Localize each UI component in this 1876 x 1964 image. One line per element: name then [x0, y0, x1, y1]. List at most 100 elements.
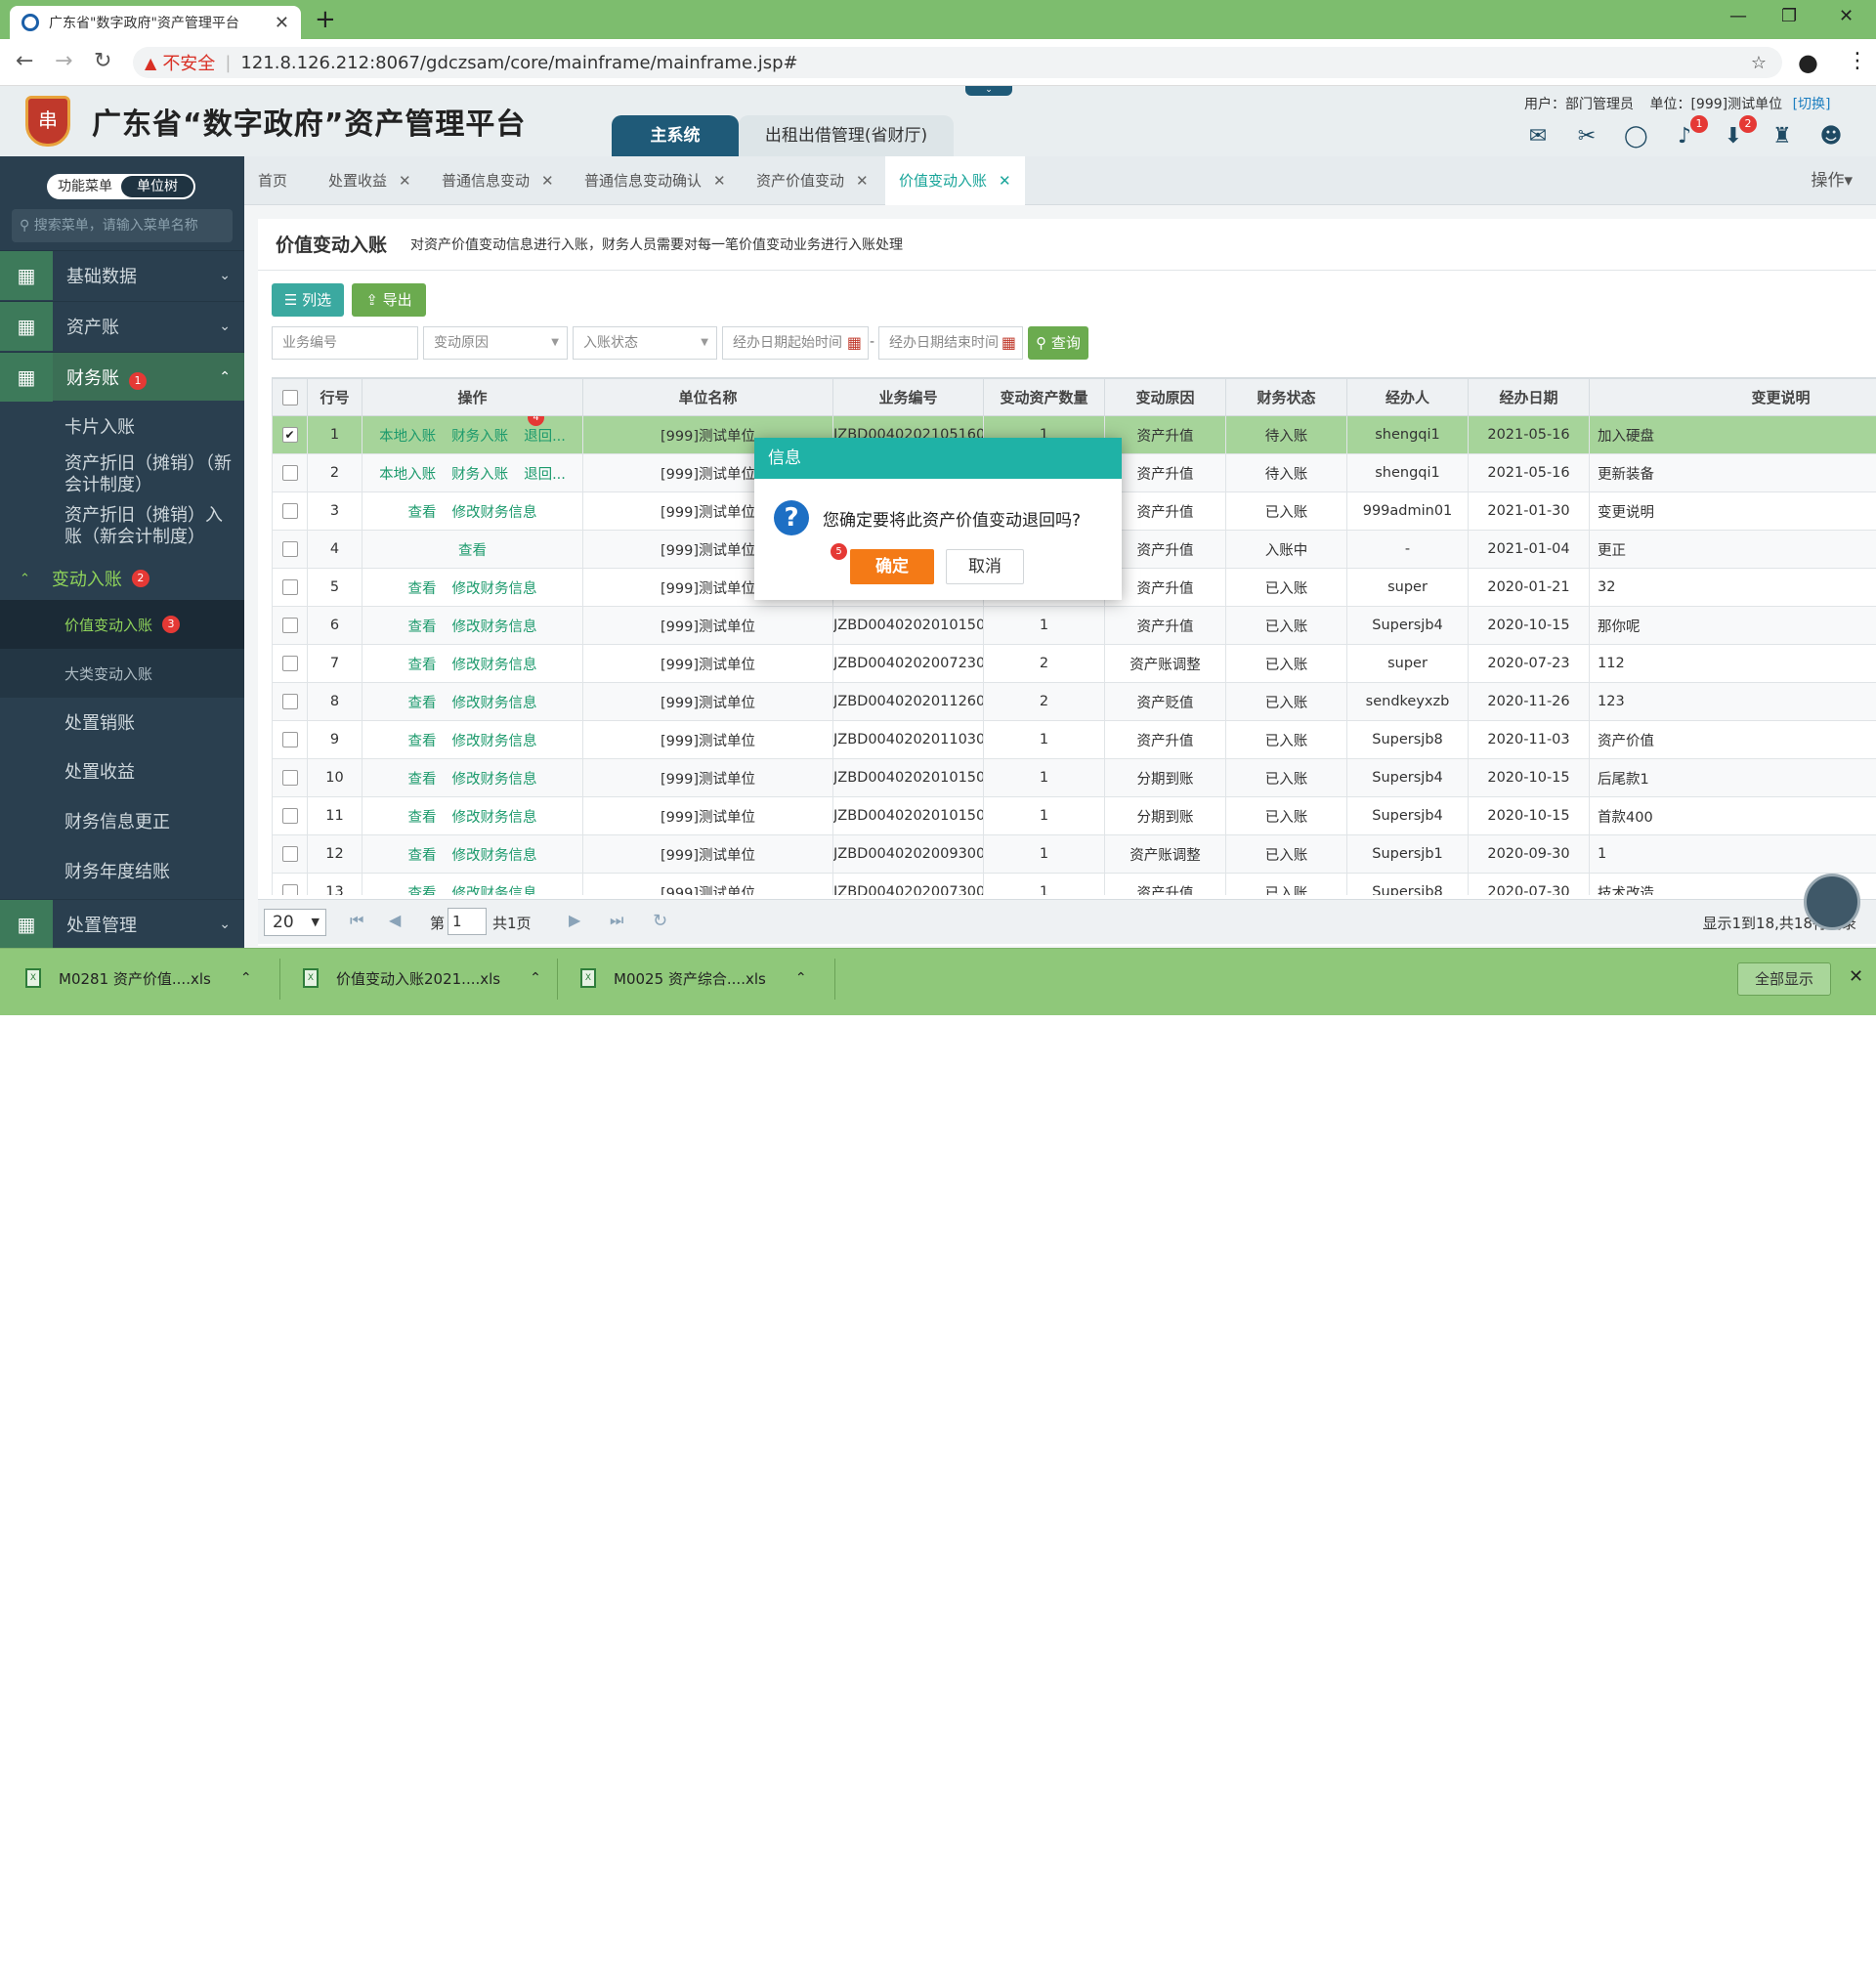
- calendar-icon[interactable]: ▦: [1002, 327, 1016, 359]
- reason-select[interactable]: 变动原因▼: [423, 326, 568, 360]
- tab-asset-value-change[interactable]: 资产价值变动✕: [743, 156, 882, 205]
- download-item[interactable]: XM0025 资产综合....xls⌃: [580, 949, 807, 1007]
- tab-main-system[interactable]: 主系统: [612, 115, 739, 156]
- sidebar-item-change-entry[interactable]: ⌃变动入账2: [0, 557, 244, 600]
- prev-page-icon[interactable]: ◀: [389, 911, 401, 929]
- row-action-link[interactable]: 修改财务信息: [452, 505, 537, 521]
- url-bar[interactable]: ▲ 不安全 | 121.8.126.212:8067/gdczsam/core/…: [133, 47, 1782, 78]
- row-action-link[interactable]: 查看: [458, 543, 487, 559]
- sidebar-item-depreciation-entry[interactable]: 资产折旧（摊销）入账（新会计制度）: [0, 500, 240, 553]
- download-icon[interactable]: ⬇2: [1722, 125, 1745, 149]
- refresh-icon[interactable]: ↻: [653, 911, 667, 931]
- row-action-link[interactable]: 修改财务信息: [452, 848, 537, 864]
- row-action-link[interactable]: 查看: [408, 772, 437, 788]
- row-action-link[interactable]: 修改财务信息: [452, 696, 537, 711]
- row-checkbox[interactable]: [282, 618, 298, 633]
- row-checkbox[interactable]: [282, 884, 298, 895]
- download-item[interactable]: XM0281 资产价值....xls⌃: [25, 949, 252, 1007]
- sidebar-item-depreciation[interactable]: 资产折旧（摊销）（新会计制度）: [0, 449, 240, 500]
- row-checkbox[interactable]: [282, 656, 298, 671]
- minimize-icon[interactable]: —: [1729, 6, 1747, 26]
- sidebar-item-category-change-entry[interactable]: 大类变动入账: [0, 649, 244, 698]
- sidebar-search-input[interactable]: ⚲ 搜索菜单，请输入菜单名称: [12, 209, 233, 242]
- row-checkbox[interactable]: [282, 808, 298, 824]
- export-button[interactable]: ⇪ 导出: [352, 283, 426, 317]
- start-date-input[interactable]: 经办日期起始时间▦: [722, 326, 869, 360]
- sidebar-item-disposal-mgmt[interactable]: ▦处置管理⌄: [0, 899, 244, 948]
- sidebar-item-finance-ledger[interactable]: ▦财务账1⌃: [0, 352, 244, 401]
- search-icon[interactable]: ◯: [1624, 125, 1647, 149]
- close-icon[interactable]: ✕: [541, 156, 554, 205]
- bell-icon[interactable]: ♪1: [1673, 125, 1696, 149]
- status-select[interactable]: 入账状态▼: [573, 326, 717, 360]
- row-checkbox-cell[interactable]: [273, 645, 308, 683]
- sidebar-item-asset-ledger[interactable]: ▦资产账⌄: [0, 301, 244, 350]
- row-action-link[interactable]: 财务入账: [451, 429, 508, 445]
- forward-icon[interactable]: →: [55, 49, 72, 73]
- window-close-icon[interactable]: ✕: [1839, 6, 1854, 26]
- row-checkbox-cell[interactable]: [273, 607, 308, 645]
- row-action-link[interactable]: 查看: [408, 581, 437, 597]
- row-action-link[interactable]: 查看: [408, 658, 437, 673]
- close-icon[interactable]: ✕: [999, 156, 1011, 205]
- row-checkbox-cell[interactable]: ✔: [273, 416, 308, 454]
- row-checkbox-cell[interactable]: [273, 874, 308, 896]
- close-icon[interactable]: ✕: [713, 156, 726, 205]
- table-row[interactable]: 11查看修改财务信息[999]测试单位JZBD00402020101500021…: [273, 797, 1876, 835]
- operations-menu[interactable]: 操作▾: [1811, 156, 1853, 205]
- row-checkbox[interactable]: [282, 694, 298, 709]
- tab-general-change[interactable]: 普通信息变动✕: [428, 156, 568, 205]
- show-all-button[interactable]: 全部显示: [1737, 962, 1831, 996]
- row-action-link[interactable]: 财务入账: [451, 467, 508, 483]
- row-action-link[interactable]: 修改财务信息: [452, 619, 537, 635]
- end-date-input[interactable]: 经办日期结束时间▦: [878, 326, 1023, 360]
- row-action-link[interactable]: 修改财务信息: [452, 810, 537, 826]
- calendar-icon[interactable]: ▦: [847, 327, 862, 359]
- row-action-link[interactable]: 查看: [408, 734, 437, 749]
- tools-icon[interactable]: ✂: [1575, 125, 1599, 149]
- row-checkbox-cell[interactable]: [273, 492, 308, 531]
- row-action-link[interactable]: 查看: [408, 619, 437, 635]
- biz-no-input[interactable]: 业务编号: [272, 326, 418, 360]
- row-checkbox-cell[interactable]: [273, 721, 308, 759]
- row-action-link[interactable]: 退回...: [524, 467, 566, 483]
- row-action-link[interactable]: 修改财务信息: [452, 772, 537, 788]
- first-page-icon[interactable]: ⏮: [350, 911, 363, 930]
- shirt-icon[interactable]: ♜: [1770, 125, 1794, 149]
- mail-icon[interactable]: ✉: [1526, 125, 1550, 149]
- row-action-link[interactable]: 查看: [408, 696, 437, 711]
- back-icon[interactable]: ←: [16, 49, 33, 73]
- row-action-link[interactable]: 本地入账: [379, 467, 436, 483]
- switch-unit-link[interactable]: [切换]: [1793, 97, 1831, 112]
- floating-help-button[interactable]: [1804, 874, 1860, 930]
- row-checkbox-cell[interactable]: [273, 569, 308, 607]
- sidebar-item-disposal-income[interactable]: 处置收益: [0, 748, 244, 797]
- toggle-unit-tree[interactable]: 单位树: [121, 176, 193, 197]
- row-checkbox[interactable]: [282, 846, 298, 862]
- tab-home[interactable]: 首页: [244, 156, 301, 205]
- confirm-button[interactable]: 5确定: [850, 549, 934, 584]
- page-size-select[interactable]: 20▼: [264, 909, 326, 936]
- row-action-link[interactable]: 修改财务信息: [452, 658, 537, 673]
- row-checkbox-cell[interactable]: [273, 835, 308, 874]
- table-row[interactable]: 9查看修改财务信息[999]测试单位JZBD00402020110300101资…: [273, 721, 1876, 759]
- table-row[interactable]: 6查看修改财务信息[999]测试单位JZBD00402020101500061资…: [273, 607, 1876, 645]
- close-icon[interactable]: ✕: [856, 156, 869, 205]
- chevron-up-icon[interactable]: ⌃: [530, 970, 541, 986]
- tab-rental-management[interactable]: 出租出借管理(省财厅): [739, 115, 954, 156]
- table-row[interactable]: 12查看修改财务信息[999]测试单位JZBD00402020093000021…: [273, 835, 1876, 874]
- sidebar-item-finance-info-correction[interactable]: 财务信息更正: [0, 797, 244, 848]
- row-checkbox[interactable]: ✔: [282, 427, 298, 443]
- row-action-link[interactable]: 查看: [408, 886, 437, 896]
- close-icon[interactable]: ✕: [1849, 966, 1863, 987]
- row-checkbox-cell[interactable]: [273, 683, 308, 721]
- sidebar-item-finance-year-close[interactable]: 财务年度结账: [0, 848, 244, 897]
- table-row[interactable]: 10查看修改财务信息[999]测试单位JZBD00402020101500051…: [273, 759, 1876, 797]
- row-action-link[interactable]: 修改财务信息: [452, 886, 537, 896]
- toggle-function-menu[interactable]: 功能菜单: [49, 176, 121, 197]
- browser-tab[interactable]: 广东省"数字政府"资产管理平台 ✕: [10, 6, 301, 39]
- select-all-checkbox-cell[interactable]: [273, 379, 308, 416]
- download-item[interactable]: X价值变动入账2021....xls⌃: [303, 949, 541, 1007]
- row-action-link[interactable]: 查看: [408, 810, 437, 826]
- row-checkbox[interactable]: [282, 465, 298, 481]
